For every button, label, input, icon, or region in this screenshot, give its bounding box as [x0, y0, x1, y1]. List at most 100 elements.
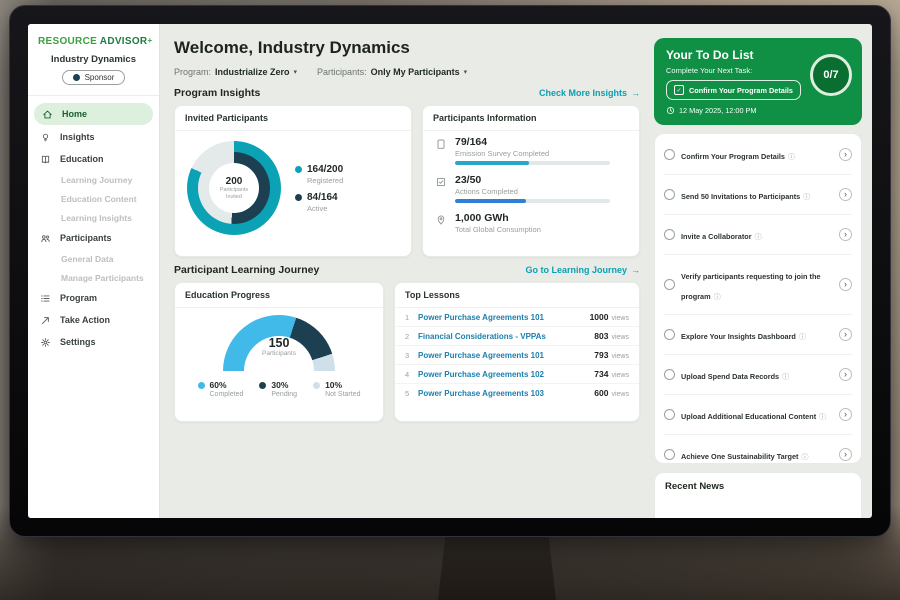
sidebar-item-insights[interactable]: Insights: [28, 126, 159, 148]
info-icon[interactable]: ⓘ: [803, 194, 810, 201]
views-count: 793: [594, 350, 608, 360]
task-chevron-button[interactable]: ›: [839, 408, 852, 421]
sidebar-item-take-action[interactable]: Take Action: [28, 309, 159, 331]
task-checkbox[interactable]: [664, 229, 675, 240]
legend-item-active: 84/164 Active: [295, 192, 343, 213]
task-label: Verify participants requesting to join t…: [681, 272, 820, 301]
task-row[interactable]: Send 50 Invitations to Participantsⓘ ›: [664, 175, 852, 215]
gauge-center: 150 Participants: [223, 337, 335, 357]
sidebar-item-learning-journey[interactable]: Learning Journey: [28, 170, 159, 189]
task-row[interactable]: Achieve One Sustainability Targetⓘ ›: [664, 435, 852, 464]
task-row[interactable]: Upload Additional Educational Contentⓘ ›: [664, 395, 852, 435]
nav-label: Learning Journey: [61, 175, 132, 185]
task-row[interactable]: Invite a Collaboratorⓘ ›: [664, 215, 852, 255]
task-checkbox[interactable]: [664, 189, 675, 200]
lesson-link[interactable]: Power Purchase Agreements 101: [418, 351, 544, 360]
task-chevron-button[interactable]: ›: [839, 448, 852, 461]
sidebar-item-manage-participants[interactable]: Manage Participants: [28, 268, 159, 287]
lesson-rank: 4: [405, 370, 411, 379]
link-label: Check More Insights: [539, 88, 627, 98]
legend-label: Registered: [307, 176, 343, 185]
nav-label: Learning Insights: [61, 213, 132, 223]
stat-value: 79/164: [455, 136, 610, 148]
stat-global-consumption: 1,000 GWh Total Global Consumption: [423, 207, 639, 241]
donut-center: 200 Participants Invited: [209, 163, 259, 213]
due-date: 12 May 2025, 12:00 PM: [666, 106, 850, 115]
task-row[interactable]: Verify participants requesting to join t…: [664, 255, 852, 315]
donut-center-value: 200: [226, 176, 243, 187]
stat-value: 23/50: [455, 174, 610, 186]
task-checkbox[interactable]: [664, 409, 675, 420]
task-label: Upload Spend Data Records: [681, 372, 779, 381]
task-checkbox[interactable]: [664, 369, 675, 380]
task-checkbox[interactable]: [664, 149, 675, 160]
due-date-text: 12 May 2025, 12:00 PM: [679, 106, 756, 115]
info-icon[interactable]: ⓘ: [714, 294, 721, 301]
participants-dropdown[interactable]: Participants: Only My Participants ▾: [317, 67, 467, 77]
progress-text: 0/7: [823, 69, 838, 81]
sidebar-item-home[interactable]: Home: [34, 103, 153, 125]
people-icon: [40, 233, 52, 244]
views-label: views: [611, 372, 629, 379]
nav-label: Education: [60, 154, 104, 164]
check-more-insights-link[interactable]: Check More Insights →: [539, 88, 640, 98]
sponsor-label: Sponsor: [85, 73, 115, 82]
task-checkbox[interactable]: [664, 279, 675, 290]
sidebar-item-program[interactable]: Program: [28, 287, 159, 309]
stat-value: 1,000 GWh: [455, 212, 541, 224]
arrow-right-icon: →: [631, 265, 640, 275]
info-icon[interactable]: ⓘ: [819, 414, 826, 421]
task-chevron-button[interactable]: ›: [839, 328, 852, 341]
task-row[interactable]: Confirm Your Program Detailsⓘ ›: [664, 135, 852, 175]
sidebar-item-participants[interactable]: Participants: [28, 227, 159, 249]
task-chevron-button[interactable]: ›: [839, 368, 852, 381]
legend-value: 60%: [210, 380, 227, 390]
link-label: Go to Learning Journey: [525, 265, 627, 275]
task-chevron-button[interactable]: ›: [839, 228, 852, 241]
sidebar-item-settings[interactable]: Settings: [28, 331, 159, 353]
next-task[interactable]: ✓ Confirm Your Program Details: [666, 80, 801, 100]
go-to-learning-journey-link[interactable]: Go to Learning Journey →: [525, 265, 640, 275]
info-icon[interactable]: ⓘ: [788, 154, 795, 161]
info-icon[interactable]: ⓘ: [755, 234, 762, 241]
info-icon[interactable]: ⓘ: [799, 334, 806, 341]
task-checkbox[interactable]: [664, 449, 675, 460]
task-chevron-button[interactable]: ›: [839, 278, 852, 291]
task-chevron-button[interactable]: ›: [839, 188, 852, 201]
sidebar-item-learning-insights[interactable]: Learning Insights: [28, 208, 159, 227]
sidebar-item-education-content[interactable]: Education Content: [28, 189, 159, 208]
education-progress-gauge: 150 Participants: [223, 315, 335, 371]
task-row[interactable]: Explore Your Insights Dashboardⓘ ›: [664, 315, 852, 355]
sidebar-nav: Home Insights Education: [28, 102, 159, 353]
lesson-rank: 3: [405, 351, 411, 360]
task-row[interactable]: Upload Spend Data Recordsⓘ ›: [664, 355, 852, 395]
program-value: Industrialize Zero: [215, 67, 290, 77]
legend-label: Not Started: [325, 391, 360, 398]
lesson-row: 5 Power Purchase Agreements 103 600views: [395, 384, 639, 402]
sidebar-item-education[interactable]: Education: [28, 148, 159, 170]
task-label: Send 50 Invitations to Participants: [681, 192, 800, 201]
info-icon[interactable]: ⓘ: [801, 454, 808, 461]
education-progress-card: Education Progress 150 Participants: [174, 282, 384, 422]
lesson-link[interactable]: Power Purchase Agreements 103: [418, 389, 544, 398]
legend-item-completed: 60% Completed: [198, 380, 244, 398]
lesson-row: 4 Power Purchase Agreements 102 734views: [395, 365, 639, 384]
task-label: Upload Additional Educational Content: [681, 412, 816, 421]
lesson-link[interactable]: Power Purchase Agreements 101: [418, 313, 544, 322]
sponsor-badge[interactable]: Sponsor: [62, 70, 126, 85]
lesson-link[interactable]: Power Purchase Agreements 102: [418, 370, 544, 379]
legend-dot: [313, 382, 320, 389]
lesson-row: 3 Power Purchase Agreements 101 793views: [395, 346, 639, 365]
checkbox-icon[interactable]: ✓: [674, 85, 684, 95]
gauge-label: Participants: [223, 350, 335, 357]
nav-label: Education Content: [61, 194, 137, 204]
views-count: 734: [594, 369, 608, 379]
task-checkbox[interactable]: [664, 329, 675, 340]
program-dropdown[interactable]: Program: Industrialize Zero ▾: [174, 67, 297, 77]
recent-news-title: Recent News: [665, 481, 851, 492]
chevron-down-icon: ▾: [294, 68, 298, 76]
task-chevron-button[interactable]: ›: [839, 148, 852, 161]
info-icon[interactable]: ⓘ: [782, 374, 789, 381]
lesson-link[interactable]: Financial Considerations - VPPAs: [418, 332, 546, 341]
sidebar-item-general-data[interactable]: General Data: [28, 249, 159, 268]
